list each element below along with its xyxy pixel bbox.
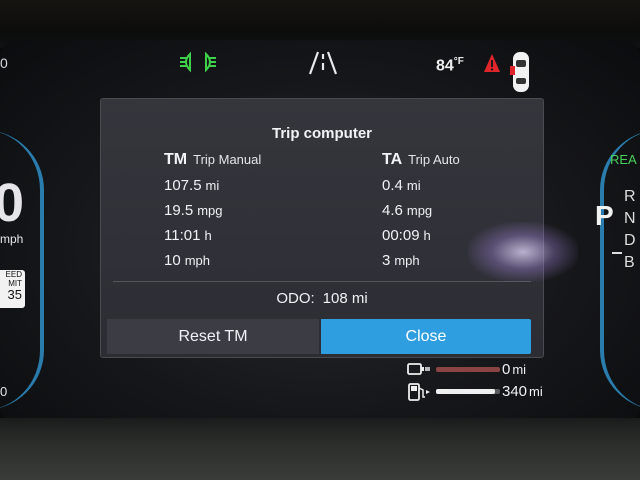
ta-distance-value: 0.4 xyxy=(382,177,403,194)
status-left-fragment: 0 xyxy=(0,55,8,71)
odo-value: 108 mi xyxy=(322,290,368,307)
speed-unit-fragment: mph xyxy=(0,232,24,246)
ta-label: Trip Auto xyxy=(408,152,460,167)
odometer: ODO: 108 mi xyxy=(101,290,543,307)
tm-avg-speed-unit: mph xyxy=(184,253,210,268)
temperature-value: 84 xyxy=(436,57,454,75)
tm-avg-speed: 10 mph xyxy=(164,252,210,269)
gauge-fragment: 0 xyxy=(0,384,8,399)
temperature-unit: °F xyxy=(453,56,464,67)
gear-list: R N D B xyxy=(624,186,636,274)
tm-distance-value: 107.5 xyxy=(164,177,202,194)
fuel-range-row: 340 mi xyxy=(406,382,556,402)
speed-limit-value: 35 xyxy=(7,287,22,302)
odo-label: ODO: xyxy=(276,290,315,307)
tm-efficiency: 19.5 mpg xyxy=(164,202,223,219)
ta-efficiency: 4.6 mpg xyxy=(382,202,432,219)
ta-distance-unit: mi xyxy=(406,178,421,193)
fuel-pump-icon xyxy=(406,382,432,402)
ta-time-unit: h xyxy=(423,228,431,243)
ta-header: TA Trip Auto xyxy=(382,151,460,169)
electric-range: 0 mi xyxy=(502,361,526,378)
speed-limit-sign: EED MIT 35 xyxy=(0,270,25,308)
ready-indicator: REA xyxy=(610,152,637,167)
ta-avg-speed-value: 3 xyxy=(382,252,391,269)
dashboard-bottom-bezel xyxy=(0,418,640,480)
ta-code: TA xyxy=(382,151,403,168)
gear-d: D xyxy=(624,232,636,249)
tm-efficiency-value: 19.5 xyxy=(164,202,194,219)
ta-avg-speed: 3 mph xyxy=(382,252,420,269)
close-button[interactable]: Close xyxy=(321,319,531,354)
reset-tm-button[interactable]: Reset TM xyxy=(107,319,319,354)
gear-selected: P xyxy=(595,200,614,231)
alert-icon xyxy=(482,52,502,74)
electric-range-value: 0 xyxy=(502,361,511,378)
electric-range-unit: mi xyxy=(512,362,527,377)
tm-distance: 107.5 mi xyxy=(164,177,219,194)
speed-fragment: 0 xyxy=(0,173,25,233)
tm-avg-speed-value: 10 xyxy=(164,252,181,269)
tm-time: 11:01 h xyxy=(164,227,212,244)
plug-icon xyxy=(406,360,432,380)
ta-efficiency-value: 4.6 xyxy=(382,202,403,219)
fuel-range-unit: mi xyxy=(529,384,543,399)
tm-distance-unit: mi xyxy=(205,178,220,193)
electric-range-track xyxy=(436,367,500,372)
fuel-range: 340 mi xyxy=(502,383,543,400)
tm-code: TM xyxy=(164,151,188,168)
dialog-divider xyxy=(113,281,531,282)
ta-efficiency-unit: mpg xyxy=(406,203,433,218)
dialog-title: Trip computer xyxy=(271,125,372,142)
tm-label: Trip Manual xyxy=(193,152,262,167)
ta-avg-speed-unit: mph xyxy=(394,253,420,268)
lane-keeping-icon xyxy=(308,50,338,76)
trip-computer-dialog: Trip computer TM Trip Manual TA Trip Auto … xyxy=(100,98,544,358)
gear-divider xyxy=(612,252,622,254)
tm-header: TM Trip Manual xyxy=(164,151,261,169)
electric-range-row: 0 mi xyxy=(406,360,556,380)
gear-b: B xyxy=(624,254,635,271)
tm-time-value: 11:01 xyxy=(164,227,201,244)
fuel-range-value: 340 xyxy=(502,383,528,400)
ta-time-value: 00:09 xyxy=(382,227,420,244)
headlights-on-icon xyxy=(178,50,218,74)
ta-time: 00:09 h xyxy=(382,227,431,244)
gear-r: R xyxy=(624,188,636,205)
gear-n: N xyxy=(624,210,636,227)
ta-distance: 0.4 mi xyxy=(382,177,421,194)
fuel-range-fill xyxy=(436,389,495,394)
tm-efficiency-unit: mpg xyxy=(197,203,223,218)
speed-limit-label-1: EED xyxy=(5,270,22,279)
door-open-car-icon xyxy=(510,50,532,94)
tm-time-unit: h xyxy=(204,228,212,243)
outside-temperature: 84°F xyxy=(436,56,464,75)
